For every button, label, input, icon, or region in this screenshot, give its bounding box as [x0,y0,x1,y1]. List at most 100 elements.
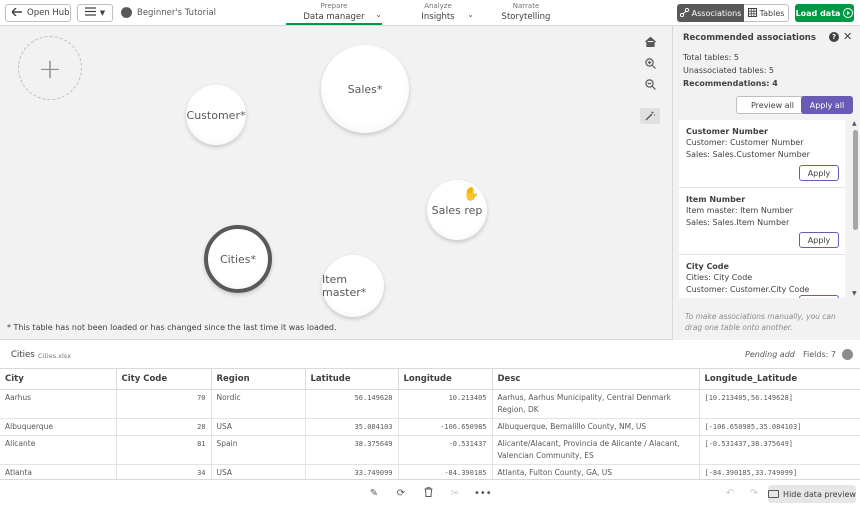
table-cell: USA [211,464,306,479]
column-header[interactable]: Latitude [305,369,399,390]
panel-title: Recommended associations [683,33,816,43]
edit-pencil-icon[interactable]: ✎ [367,487,381,501]
apply-button[interactable]: Apply [799,232,839,248]
tab-narrate-caption: Narrate [512,2,540,10]
table-bubble-label: Item master* [322,273,367,299]
load-data-button[interactable]: Load data [795,4,854,22]
table-cell: 56.149628 [305,389,399,419]
table-cell: Aarhus, Aarhus Municipality, Central Den… [492,389,700,419]
globe-icon[interactable] [842,349,853,360]
column-header[interactable]: Longitude_Latitude [699,369,860,390]
bottom-toolbar: ✎ ⟳ ✂ ••• ↶ ↷ Hide data preview [0,479,860,507]
undo-icon: ↶ [725,488,735,499]
more-options-icon[interactable]: ••• [474,487,492,501]
recommendation-line: Sales: Sales.Item Number [686,217,790,227]
table-bubble-label: Customer* [186,108,246,122]
table-bubble-label: Sales rep [431,203,483,217]
help-icon[interactable]: ? [829,32,839,42]
table-header-row: City City Code Region Latitude Longitude… [0,369,860,390]
tab-narrate[interactable]: Narrate Storytelling [498,2,554,25]
associations-icon [679,7,689,19]
preview-all-button[interactable]: Preview all [736,96,809,114]
plus-icon: + [38,51,62,85]
panel-scrollbar[interactable]: ▲ ▼ [852,120,859,298]
scroll-up-icon[interactable]: ▲ [852,120,857,127]
column-header[interactable]: City [0,369,117,390]
data-preview-header: Cities Cities.xlsx Pending add Fields: 7 [0,341,860,369]
associations-canvas[interactable]: + Sales* Customer* Sales rep Cities* Ite… [0,26,672,340]
column-header[interactable]: City Code [116,369,212,390]
preview-field-count: Fields: 7 [803,350,836,359]
hide-data-preview-label: Hide data preview [783,489,856,499]
table-cell: 38.375649 [305,435,399,465]
refresh-icon[interactable]: ⟳ [394,487,408,501]
open-hub-label: Open Hub [27,8,70,18]
zoom-in-icon[interactable] [642,55,658,71]
top-bar: Open Hub ▼ Beginner's Tutorial Prepare D… [0,0,860,26]
table-cell: 81 [116,435,212,465]
recommendation-title: Item Number [686,195,746,204]
home-icon[interactable] [642,34,658,50]
tab-prepare[interactable]: Prepare Data manager ⌄ [286,2,382,25]
table-cell: [-84.390185,33.749099] [699,464,860,479]
column-header[interactable]: Longitude [398,369,493,390]
hide-data-preview-button[interactable]: Hide data preview [768,485,856,503]
zoom-out-icon[interactable] [642,76,658,92]
column-header[interactable]: Region [211,369,306,390]
total-tables-stat: Total tables: 5 [683,53,739,62]
apply-button[interactable]: Apply [799,165,839,181]
delete-icon[interactable] [421,487,435,501]
table-cell: Nordic [211,389,306,419]
table-bubble-label: Sales* [347,82,383,96]
recommendation-line: Cities: City Code [686,273,753,282]
table-bubble-cities[interactable]: Cities* [204,225,272,293]
redo-icon: ↷ [749,488,759,499]
table-cell: Albuquerque, Bernalillo County, NM, US [492,418,700,436]
recommendation-line: Customer: Customer Number [686,138,804,147]
more-dots-icon [121,4,132,18]
open-hub-button[interactable]: Open Hub [5,4,71,22]
scroll-down-icon[interactable]: ▼ [852,290,857,297]
magic-wand-icon[interactable] [640,108,660,124]
recommendation-title: City Code [686,262,729,271]
scroll-thumb[interactable] [853,130,858,230]
tab-prepare-caption: Prepare [320,2,348,10]
recommendation-line: Item master: Item Number [686,206,793,215]
recommendation-line: Sales: Sales.Customer Number [686,149,810,159]
tab-analyze[interactable]: Analyze Insights ⌄ [402,2,474,25]
tables-label: Tables [759,8,785,18]
table-cell: 10.213405 [398,389,493,419]
recommendation-card[interactable]: City Code Cities: City Code Customer: Cu… [679,255,845,298]
app-title[interactable]: Beginner's Tutorial [121,4,216,18]
apply-button[interactable]: Apply [799,295,839,298]
table-bubble-item-master[interactable]: Item master* [322,255,384,317]
table-cell: 35.084103 [305,418,399,436]
tables-view-button[interactable]: Tables [744,4,789,22]
table-cell: -106.650985 [398,418,493,436]
table-grid-icon [747,7,757,19]
preview-status: Pending add [745,350,795,359]
add-data-button[interactable]: + [18,36,82,100]
table-cell: Alicante/Alacant, Provincia de Alicante … [492,435,700,465]
column-header[interactable]: Desc [492,369,700,390]
preview-table-name: Cities [11,350,35,360]
chevron-down-icon[interactable]: ⌄ [467,10,474,19]
load-data-label: Load data [795,8,841,18]
table-bubble-customer[interactable]: Customer* [186,85,246,145]
table-cell: Atlanta, Fulton County, GA, US [492,464,700,479]
table-cell: -0.531437 [398,435,493,465]
recommendation-card[interactable]: Item Number Item master: Item Number Sal… [679,188,845,255]
close-icon[interactable]: ✕ [843,30,852,43]
hand-cursor-icon: ✋ [463,187,480,202]
table-row: Alicante 81 Spain 38.375649 -0.531437 Al… [0,435,860,465]
table-cell: Alicante [0,435,117,465]
table-cell: USA [211,418,306,436]
apply-all-button[interactable]: Apply all [801,96,853,114]
data-preview-table: City City Code Region Latitude Longitude… [0,369,860,479]
chevron-down-icon[interactable]: ⌄ [375,10,382,19]
recommendation-card[interactable]: Customer Number Customer: Customer Numbe… [679,120,845,188]
table-bubble-sales[interactable]: Sales* [321,45,409,133]
associations-view-button[interactable]: Associations [677,4,744,22]
recommended-associations-panel: Recommended associations ? ✕ Total table… [672,26,860,340]
global-menu-button[interactable]: ▼ [77,4,113,22]
